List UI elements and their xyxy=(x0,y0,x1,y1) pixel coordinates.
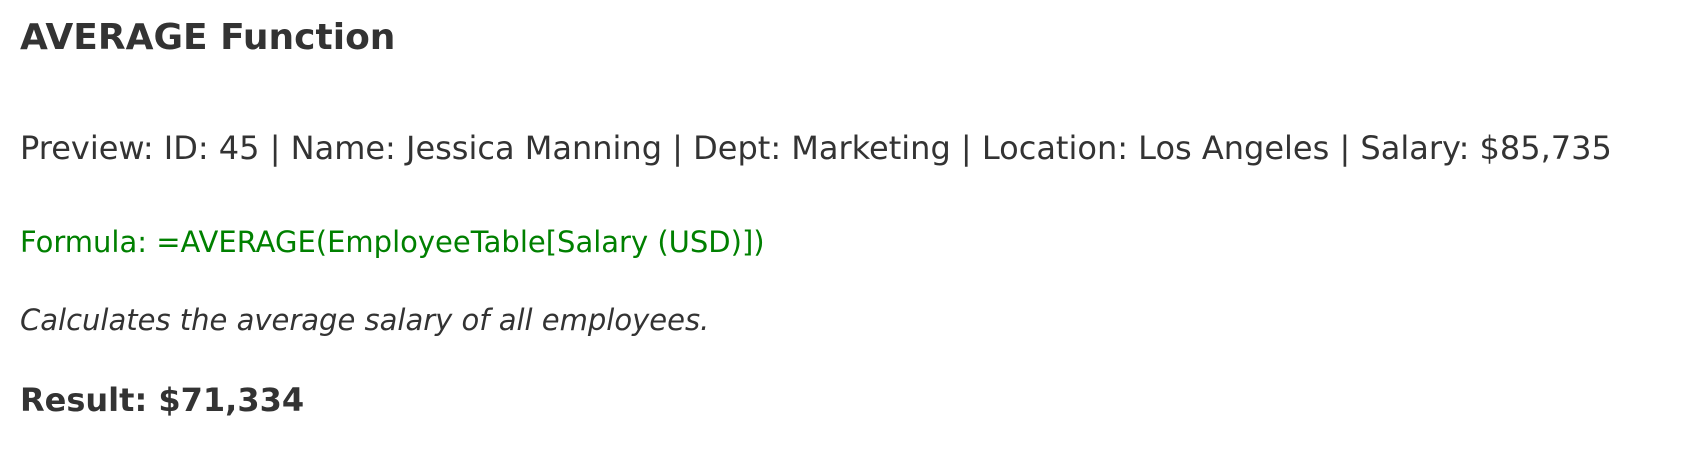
page-title: AVERAGE Function xyxy=(20,17,396,58)
result-value: Result: $71,334 xyxy=(20,381,305,419)
formula-text: Formula: =AVERAGE(EmployeeTable[Salary (… xyxy=(20,225,765,259)
formula-description: Calculates the average salary of all emp… xyxy=(20,303,710,337)
data-preview: Preview: ID: 45 | Name: Jessica Manning … xyxy=(20,129,1612,167)
